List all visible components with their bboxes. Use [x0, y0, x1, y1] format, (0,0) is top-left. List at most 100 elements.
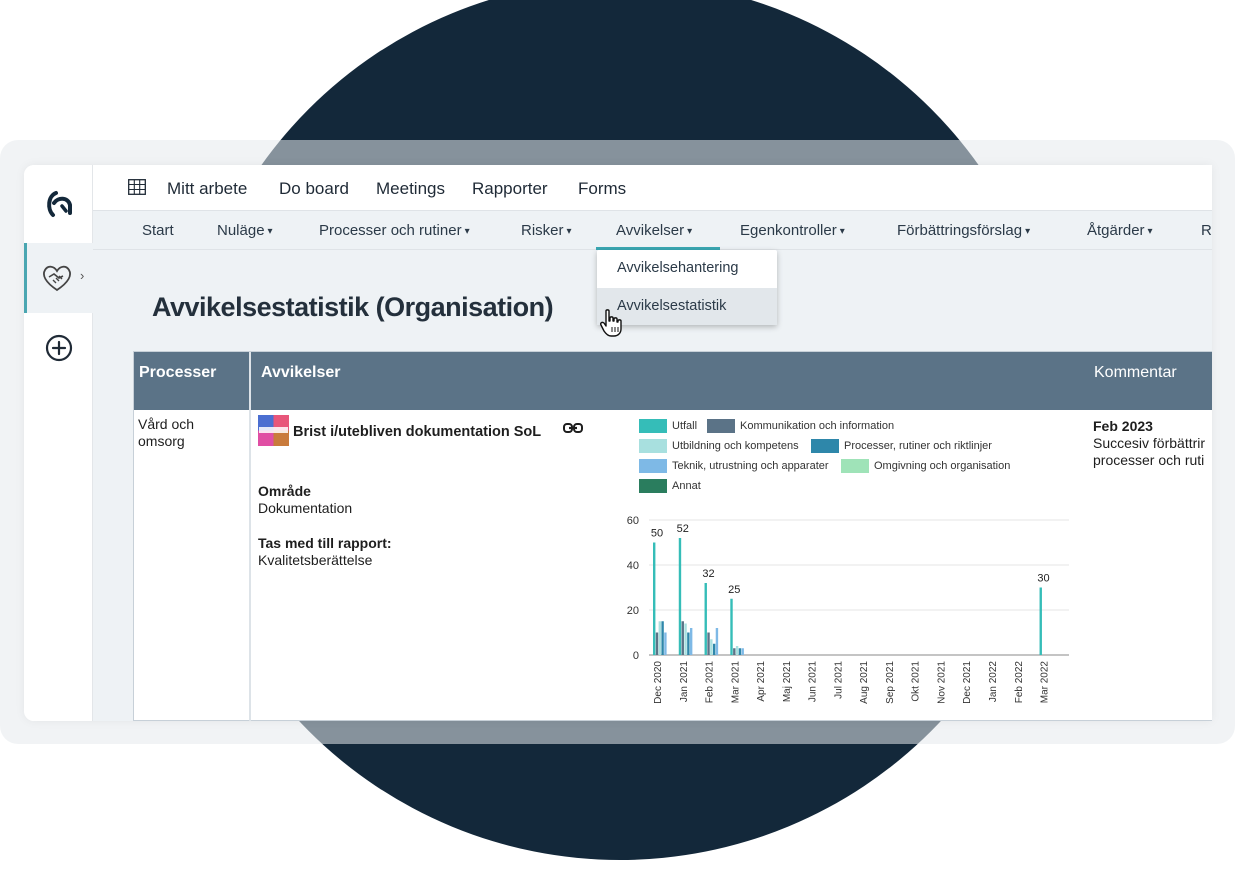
- subnav-label: Processer och rutiner: [319, 222, 462, 239]
- chart-bar[interactable]: [738, 648, 742, 655]
- x-tick-label: Jan 2022: [988, 661, 999, 703]
- chart-bar[interactable]: [687, 632, 690, 656]
- subnav-nulage[interactable]: Nuläge ▾: [217, 222, 273, 239]
- chart-bar[interactable]: [707, 632, 710, 656]
- legend-label: Omgivning och organisation: [874, 459, 1011, 472]
- topnav-rapporter[interactable]: Rapporter: [472, 179, 548, 199]
- chart-bar[interactable]: [730, 598, 733, 655]
- legend-swatch: [811, 439, 839, 453]
- comment-line: processer och ruti: [1093, 452, 1205, 468]
- add-circle-icon[interactable]: [44, 333, 74, 363]
- topnav-meetings[interactable]: Meetings: [376, 179, 445, 199]
- stage: › Mitt arbete Do board Meetings Rapporte…: [0, 0, 1235, 886]
- bar-chart: 0 20 40 60 50 Dec 2020 52 Jan 2021 32 Feb 2021 25 M…: [627, 515, 1069, 704]
- chart-bar[interactable]: [678, 538, 682, 655]
- chart-bar[interactable]: [735, 646, 739, 655]
- menu-item-avvikelsestatistik[interactable]: Avvikelsestatistik: [597, 288, 777, 325]
- legend-item[interactable]: Utbildning och kompetens: [639, 439, 799, 453]
- chart-bar[interactable]: [684, 623, 687, 656]
- chevron-down-icon: ▾: [839, 226, 845, 237]
- x-tick-label: Feb 2022: [1014, 661, 1025, 704]
- avvikelse-title[interactable]: Brist i/utebliven dokumentation SoL: [293, 424, 541, 441]
- subnav-label: Åtgärder: [1087, 222, 1145, 239]
- data-label: 32: [702, 568, 714, 580]
- rapport-value: Kvalitetsberättelse: [258, 552, 373, 568]
- chart-bar[interactable]: [689, 628, 693, 655]
- chart-bar[interactable]: [733, 648, 736, 655]
- chart-bar[interactable]: [658, 621, 661, 655]
- topnav-mitt-arbete[interactable]: Mitt arbete: [167, 179, 247, 199]
- comment-line: Succesiv förbättrir: [1093, 435, 1206, 451]
- subnav-start[interactable]: Start: [142, 222, 174, 239]
- topnav-do-board[interactable]: Do board: [279, 179, 349, 199]
- legend-swatch: [841, 459, 869, 473]
- legend-item[interactable]: Kommunikation och information: [707, 419, 894, 433]
- column-divider: [249, 352, 251, 721]
- x-tick-label: Sep 2021: [885, 661, 896, 704]
- legend-label: Processer, rutiner och riktlinjer: [844, 439, 992, 452]
- x-tick-label: Dec 2020: [653, 661, 664, 704]
- subnav-label: Egenkontroller: [740, 222, 837, 239]
- x-tick-label: Dec 2021: [962, 661, 973, 704]
- chart-bar[interactable]: [712, 643, 716, 655]
- x-tick-label: Jun 2021: [808, 661, 819, 703]
- chart-bar[interactable]: [661, 621, 664, 655]
- chart-bar[interactable]: [741, 648, 744, 655]
- chart-bar[interactable]: [653, 542, 656, 656]
- chart-bar[interactable]: [1039, 587, 1042, 656]
- chart-bar[interactable]: [664, 632, 667, 656]
- chart-bar[interactable]: [710, 639, 713, 655]
- chart-bar[interactable]: [704, 583, 707, 655]
- rapport-label: Tas med till rapport:: [258, 535, 392, 551]
- subnav-egenkontroller[interactable]: Egenkontroller ▾: [740, 222, 845, 239]
- subnav-atgarder[interactable]: Åtgärder ▾: [1087, 222, 1153, 239]
- chevron-down-icon: ▾: [566, 226, 572, 237]
- legend-item[interactable]: Annat: [639, 479, 701, 493]
- header-kommentar: Kommentar: [1094, 364, 1177, 381]
- subnav-avvikelser[interactable]: Avvikelser ▾: [616, 222, 692, 239]
- brand-logo-icon[interactable]: [42, 187, 76, 221]
- table-header: Processer Avvikelser Kommentar: [134, 352, 1212, 410]
- link-icon[interactable]: [563, 422, 583, 434]
- grid-icon[interactable]: [128, 179, 146, 195]
- chart-bar[interactable]: [655, 632, 659, 656]
- chart-legend: Utfall Kommunikation och information Utbil…: [639, 419, 1039, 499]
- legend-item[interactable]: Teknik, utrustning och apparater: [639, 459, 829, 473]
- omrade-label: Område: [258, 483, 311, 499]
- menu-item-avvikelsehantering[interactable]: Avvikelsehantering: [597, 250, 777, 287]
- subnav-label: Start: [142, 222, 174, 239]
- subnav-risker[interactable]: Risker ▾: [521, 222, 572, 239]
- brand-logo-icon: [258, 415, 289, 446]
- sub-navigation: Start Nuläge ▾ Processer och rutiner ▾ Ris…: [93, 210, 1212, 251]
- y-tick-label: 40: [627, 560, 639, 572]
- rail-item-active[interactable]: ›: [24, 243, 93, 313]
- process-cell: Vård och omsorg: [138, 416, 195, 449]
- chevron-down-icon: ▾: [267, 226, 273, 237]
- legend-swatch: [639, 439, 667, 453]
- data-label: 25: [728, 584, 740, 596]
- legend-item[interactable]: Omgivning och organisation: [841, 459, 1010, 473]
- x-tick-label: Jan 2021: [679, 661, 690, 703]
- omrade-value: Dokumentation: [258, 500, 353, 516]
- chevron-down-icon: ▾: [1147, 226, 1153, 237]
- chart-bar[interactable]: [715, 628, 719, 655]
- chevron-down-icon: ▾: [464, 226, 470, 237]
- hand-pointer-icon: [600, 309, 622, 337]
- page-title: Avvikelsestatistik (Organisation): [152, 292, 554, 322]
- x-tick-label: Jul 2021: [833, 661, 844, 699]
- x-tick-label: Aug 2021: [859, 661, 870, 704]
- subnav-label: Förbättringsförslag: [897, 222, 1023, 239]
- statistics-table: Processer Avvikelser Kommentar Vård och …: [133, 351, 1212, 721]
- chart-bar[interactable]: [681, 621, 684, 655]
- topnav-forms[interactable]: Forms: [578, 179, 626, 199]
- chevron-down-icon: ▾: [1025, 226, 1031, 237]
- legend-item[interactable]: Processer, rutiner och riktlinjer: [811, 439, 992, 453]
- legend-item[interactable]: Utfall: [639, 419, 697, 433]
- subnav-forbattringsforslag[interactable]: Förbättringsförslag ▾: [897, 222, 1030, 239]
- subnav-processer[interactable]: Processer och rutiner ▾: [319, 222, 470, 239]
- x-tick-label: Mar 2021: [730, 661, 741, 704]
- legend-swatch: [639, 459, 667, 473]
- comment-date: Feb 2023: [1093, 418, 1153, 434]
- subnav-r[interactable]: R: [1201, 222, 1212, 239]
- subnav-label: Nuläge: [217, 222, 265, 239]
